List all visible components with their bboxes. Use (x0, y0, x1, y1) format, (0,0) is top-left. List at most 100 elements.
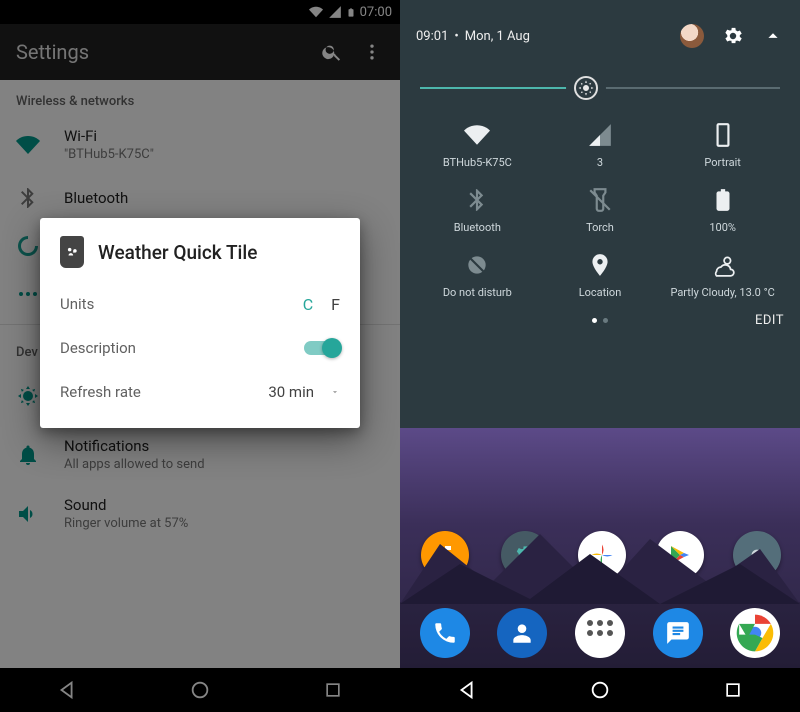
tile-cell-label: 3 (597, 156, 603, 169)
back-button[interactable] (53, 676, 81, 704)
wifi-title: Wi-Fi (64, 127, 384, 145)
dialog-title: Weather Quick Tile (98, 241, 257, 264)
tile-wifi-label: BTHub5-K75C (443, 156, 512, 169)
torch-icon (587, 187, 613, 213)
battery-status-icon (346, 5, 356, 20)
refresh-row[interactable]: Refresh rate 30 min (60, 370, 340, 414)
search-icon[interactable] (320, 40, 344, 64)
dock (400, 602, 800, 668)
notifications-sub: All apps allowed to send (64, 457, 384, 472)
bluetooth-icon (16, 186, 40, 210)
recents-button[interactable] (719, 676, 747, 704)
status-time-left: 07:00 (360, 5, 392, 20)
more-horiz-icon (16, 282, 40, 306)
home-button[interactable] (586, 676, 614, 704)
edit-button[interactable]: EDIT (755, 313, 784, 328)
units-row: Units C F (60, 282, 340, 326)
settings-icon[interactable] (722, 25, 744, 47)
dock-chrome[interactable] (730, 608, 780, 658)
refresh-value: 30 min (268, 383, 314, 401)
data-usage-icon (16, 234, 40, 258)
tile-torch-label: Torch (586, 221, 614, 234)
tile-battery[interactable]: 100% (661, 183, 784, 238)
weather-tile-dialog: Weather Quick Tile Units C F Description… (40, 218, 360, 428)
bluetooth-icon (464, 187, 490, 213)
cell-signal-icon (587, 122, 613, 148)
wifi-sub: "BTHub5-K75C" (64, 147, 384, 162)
location-icon (587, 252, 613, 278)
home-button[interactable] (186, 676, 214, 704)
dock-messages[interactable] (653, 608, 703, 658)
tile-grid: BTHub5-K75C 3 Portrait Bluetooth Torch 1… (416, 118, 784, 303)
quick-settings-panel: 09:01 • Mon, 1 Aug BTHu (400, 0, 800, 428)
tile-weather-label: Partly Cloudy, 13.0 °C (670, 286, 774, 299)
units-label: Units (60, 295, 285, 313)
wifi-icon (16, 133, 40, 157)
wallpaper-mountains (400, 514, 800, 604)
wifi-row[interactable]: Wi-Fi "BTHub5-K75C" (0, 115, 400, 174)
tile-portrait[interactable]: Portrait (661, 118, 784, 173)
portrait-icon (710, 122, 736, 148)
sound-sub: Ringer volume at 57% (64, 516, 384, 531)
quick-settings-screen: 09:01 • Mon, 1 Aug BTHu (400, 0, 800, 712)
qs-date: Mon, 1 Aug (465, 29, 530, 44)
weather-icon (710, 252, 736, 278)
unit-fahrenheit-button[interactable]: F (331, 295, 340, 314)
settings-screen: 07:00 Settings Wireless & networks Wi-Fi… (0, 0, 400, 712)
unit-celsius-button[interactable]: C (303, 295, 313, 314)
refresh-label: Refresh rate (60, 383, 268, 401)
qs-sep: • (454, 29, 458, 44)
home-screen: Play Music Settings Photos Play Store Ca… (400, 428, 800, 668)
tile-portrait-label: Portrait (704, 156, 741, 169)
volume-icon (16, 502, 40, 526)
dnd-icon (464, 252, 490, 278)
dock-all-apps[interactable] (575, 608, 625, 658)
notifications-title: Notifications (64, 437, 384, 455)
brightness-icon (16, 384, 40, 408)
tile-dnd-label: Do not disturb (443, 286, 512, 299)
description-label: Description (60, 339, 304, 357)
status-bar-left: 07:00 (0, 0, 400, 24)
tile-battery-label: 100% (709, 221, 736, 234)
brightness-thumb[interactable] (574, 76, 598, 100)
settings-title: Settings (16, 40, 304, 64)
collapse-icon[interactable] (762, 25, 784, 47)
description-row: Description (60, 326, 340, 370)
qs-time: 09:01 (416, 29, 448, 44)
sound-row[interactable]: Sound Ringer volume at 57% (0, 484, 400, 543)
notifications-row[interactable]: Notifications All apps allowed to send (0, 425, 400, 484)
qs-header: 09:01 • Mon, 1 Aug (416, 0, 784, 52)
nav-bar-left (0, 668, 400, 712)
tile-torch[interactable]: Torch (539, 183, 662, 238)
dock-phone[interactable] (420, 608, 470, 658)
brightness-track (420, 87, 780, 89)
page-indicator (592, 318, 608, 323)
apps-grid-icon (587, 620, 613, 646)
brightness-fill (420, 87, 586, 89)
back-button[interactable] (453, 676, 481, 704)
bluetooth-row[interactable]: Bluetooth (0, 174, 400, 222)
qs-footer: EDIT (416, 303, 784, 337)
brightness-slider[interactable] (420, 76, 780, 100)
tile-weather[interactable]: Partly Cloudy, 13.0 °C (661, 248, 784, 303)
cell-status-icon (328, 5, 342, 19)
description-toggle[interactable] (304, 341, 340, 355)
overflow-menu-icon[interactable] (360, 40, 384, 64)
recents-button[interactable] (319, 676, 347, 704)
tile-location[interactable]: Location (539, 248, 662, 303)
dock-contacts[interactable] (497, 608, 547, 658)
bluetooth-title: Bluetooth (64, 189, 384, 207)
weather-tile-icon (60, 236, 84, 268)
tile-location-label: Location (579, 286, 622, 299)
user-avatar[interactable] (680, 24, 704, 48)
tile-dnd[interactable]: Do not disturb (416, 248, 539, 303)
chevron-down-icon (330, 387, 340, 397)
tile-cell[interactable]: 3 (539, 118, 662, 173)
section-wireless: Wireless & networks (0, 80, 400, 115)
wifi-icon (464, 122, 490, 148)
wifi-status-icon (308, 5, 324, 19)
tile-bluetooth[interactable]: Bluetooth (416, 183, 539, 238)
battery-icon (710, 187, 736, 213)
nav-bar-right (400, 668, 800, 712)
tile-wifi[interactable]: BTHub5-K75C (416, 118, 539, 173)
